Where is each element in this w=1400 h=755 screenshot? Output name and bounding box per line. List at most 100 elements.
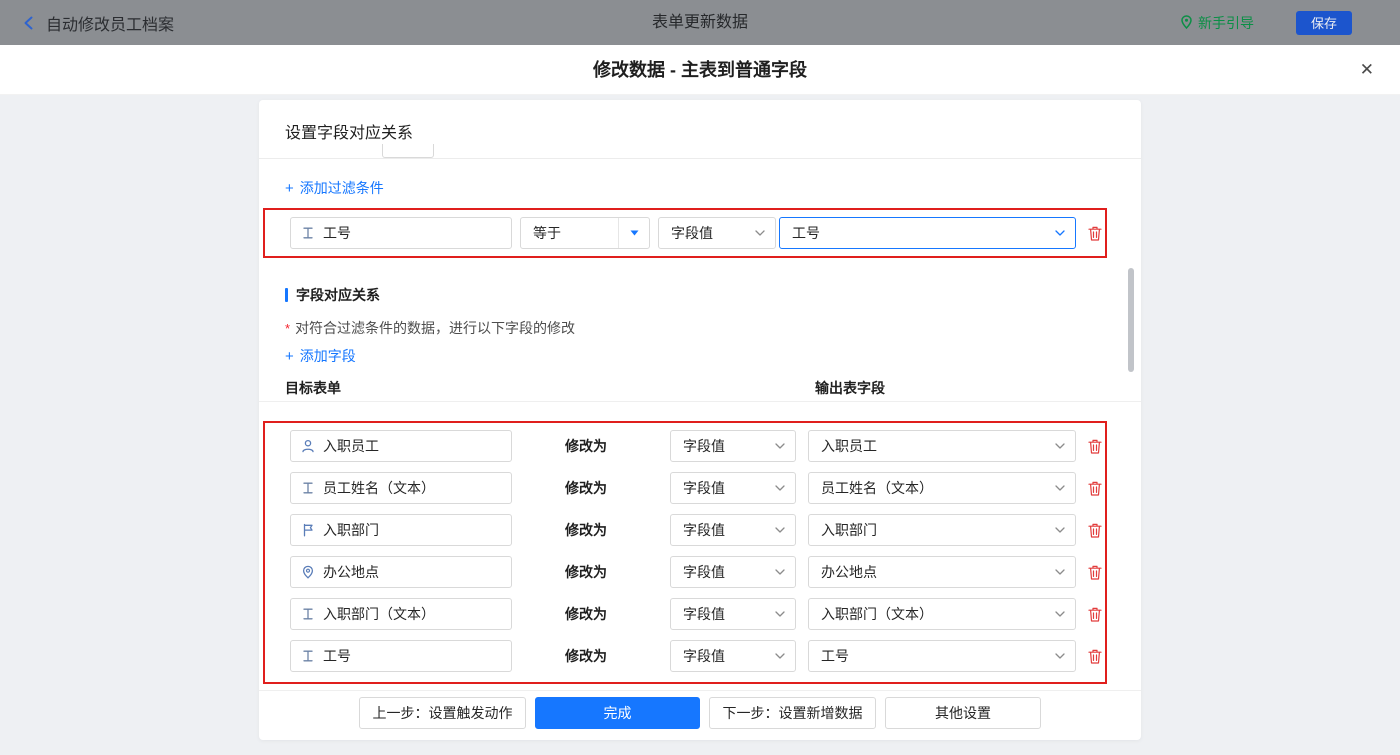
add-field-button[interactable]: + 添加字段 <box>285 346 356 366</box>
output-field-value: 办公地点 <box>821 562 877 582</box>
chevron-down-icon <box>775 653 785 659</box>
value-type-select[interactable]: 字段值 <box>670 556 796 588</box>
filter-field-value: 工号 <box>323 223 351 243</box>
delete-row-button[interactable] <box>1086 605 1104 623</box>
value-type-select[interactable]: 字段值 <box>670 472 796 504</box>
value-type-select[interactable]: 字段值 <box>670 430 796 462</box>
guide-pin-icon <box>1180 15 1193 30</box>
mapping-row: 办公地点 修改为 字段值 办公地点 <box>259 556 1141 588</box>
filter-value-type-select[interactable]: 字段值 <box>658 217 776 249</box>
text-field-icon <box>301 481 315 495</box>
panel-header: 设置字段对应关系 <box>285 119 413 143</box>
prev-step-button[interactable]: 上一步：设置触发动作 <box>359 697 526 729</box>
chevron-down-icon <box>775 611 785 617</box>
text-field-icon <box>301 649 315 663</box>
trash-icon <box>1087 648 1103 665</box>
target-field-value: 办公地点 <box>323 562 379 582</box>
target-field-input[interactable]: 入职员工 <box>290 430 512 462</box>
done-button[interactable]: 完成 <box>535 697 700 729</box>
target-field-input[interactable]: 入职部门（文本） <box>290 598 512 630</box>
trash-icon <box>1087 438 1103 455</box>
location-icon <box>301 565 315 579</box>
value-type-select[interactable]: 字段值 <box>670 598 796 630</box>
chevron-down-icon <box>1055 527 1065 533</box>
delete-row-button[interactable] <box>1086 479 1104 497</box>
divider <box>259 401 1141 402</box>
modify-label: 修改为 <box>565 556 607 588</box>
delete-row-button[interactable] <box>1086 437 1104 455</box>
mapping-row: 工号 修改为 字段值 工号 <box>259 640 1141 672</box>
output-field-value: 工号 <box>821 646 849 666</box>
add-filter-button[interactable]: + 添加过滤条件 <box>285 178 384 198</box>
target-field-value: 工号 <box>323 646 351 666</box>
clipped-control[interactable] <box>382 144 434 158</box>
plus-icon: + <box>285 349 294 364</box>
config-panel: 设置字段对应关系 + 添加过滤条件 工号 等于 字段值 工号 字段对应关系 *对… <box>259 100 1141 740</box>
chevron-down-icon <box>775 485 785 491</box>
modal-header: 修改数据 - 主表到普通字段 ✕ <box>0 45 1400 95</box>
trash-icon <box>1087 606 1103 623</box>
modify-label: 修改为 <box>565 472 607 504</box>
close-icon[interactable]: ✕ <box>1360 45 1374 95</box>
add-filter-label: 添加过滤条件 <box>300 178 384 198</box>
text-field-icon <box>301 607 315 621</box>
modify-label: 修改为 <box>565 598 607 630</box>
modify-label: 修改为 <box>565 640 607 672</box>
section-description: *对符合过滤条件的数据，进行以下字段的修改 <box>285 318 575 338</box>
caret-section[interactable] <box>618 218 649 248</box>
target-field-input[interactable]: 员工姓名（文本） <box>290 472 512 504</box>
delete-row-button[interactable] <box>1086 563 1104 581</box>
output-field-select[interactable]: 入职部门（文本） <box>808 598 1076 630</box>
filter-value-select[interactable]: 工号 <box>779 217 1076 249</box>
department-icon <box>301 523 315 537</box>
target-field-input[interactable]: 入职部门 <box>290 514 512 546</box>
next-step-button[interactable]: 下一步：设置新增数据 <box>709 697 876 729</box>
value-type: 字段值 <box>671 223 713 243</box>
target-field-value: 入职部门 <box>323 520 379 540</box>
delete-row-button[interactable] <box>1086 647 1104 665</box>
add-field-label: 添加字段 <box>300 346 356 366</box>
mapping-row: 入职部门（文本） 修改为 字段值 入职部门（文本） <box>259 598 1141 630</box>
panel-footer: 上一步：设置触发动作 完成 下一步：设置新增数据 其他设置 <box>259 697 1141 729</box>
chevron-down-icon <box>1055 569 1065 575</box>
filter-operator-select[interactable]: 等于 <box>520 217 650 249</box>
chevron-down-icon <box>1055 485 1065 491</box>
section-marker <box>285 288 288 302</box>
output-field-value: 入职员工 <box>821 436 877 456</box>
divider <box>259 690 1141 691</box>
output-field-value: 员工姓名（文本） <box>821 478 933 498</box>
plus-icon: + <box>285 181 294 196</box>
target-field-value: 入职部门（文本） <box>323 604 435 624</box>
chevron-down-icon <box>1055 443 1065 449</box>
column-header-output: 输出表字段 <box>815 378 885 398</box>
filter-field-input[interactable]: 工号 <box>290 217 512 249</box>
target-field-input[interactable]: 工号 <box>290 640 512 672</box>
value-type: 字段值 <box>683 562 725 582</box>
output-field-select[interactable]: 办公地点 <box>808 556 1076 588</box>
chevron-down-icon <box>1055 611 1065 617</box>
topbar: 自动修改员工档案 表单更新数据 新手引导 保存 <box>0 0 1400 45</box>
output-field-select[interactable]: 员工姓名（文本） <box>808 472 1076 504</box>
target-field-input[interactable]: 办公地点 <box>290 556 512 588</box>
other-settings-button[interactable]: 其他设置 <box>885 697 1041 729</box>
chevron-down-icon <box>775 569 785 575</box>
delete-filter-button[interactable] <box>1086 224 1104 242</box>
output-field-value: 入职部门 <box>821 520 877 540</box>
output-field-select[interactable]: 入职部门 <box>808 514 1076 546</box>
value-type-select[interactable]: 字段值 <box>670 640 796 672</box>
output-field-select[interactable]: 工号 <box>808 640 1076 672</box>
value-type: 字段值 <box>683 604 725 624</box>
operator-value: 等于 <box>521 223 618 243</box>
value-type: 字段值 <box>683 436 725 456</box>
trash-icon <box>1087 522 1103 539</box>
value-type: 字段值 <box>683 646 725 666</box>
save-button[interactable]: 保存 <box>1296 11 1352 35</box>
modify-label: 修改为 <box>565 514 607 546</box>
guide-link[interactable]: 新手引导 <box>1180 13 1254 33</box>
output-field-select[interactable]: 入职员工 <box>808 430 1076 462</box>
modal-title: 修改数据 - 主表到普通字段 <box>0 45 1400 95</box>
scrollbar[interactable] <box>1128 268 1134 372</box>
delete-row-button[interactable] <box>1086 521 1104 539</box>
target-field-value: 员工姓名（文本） <box>323 478 435 498</box>
value-type-select[interactable]: 字段值 <box>670 514 796 546</box>
